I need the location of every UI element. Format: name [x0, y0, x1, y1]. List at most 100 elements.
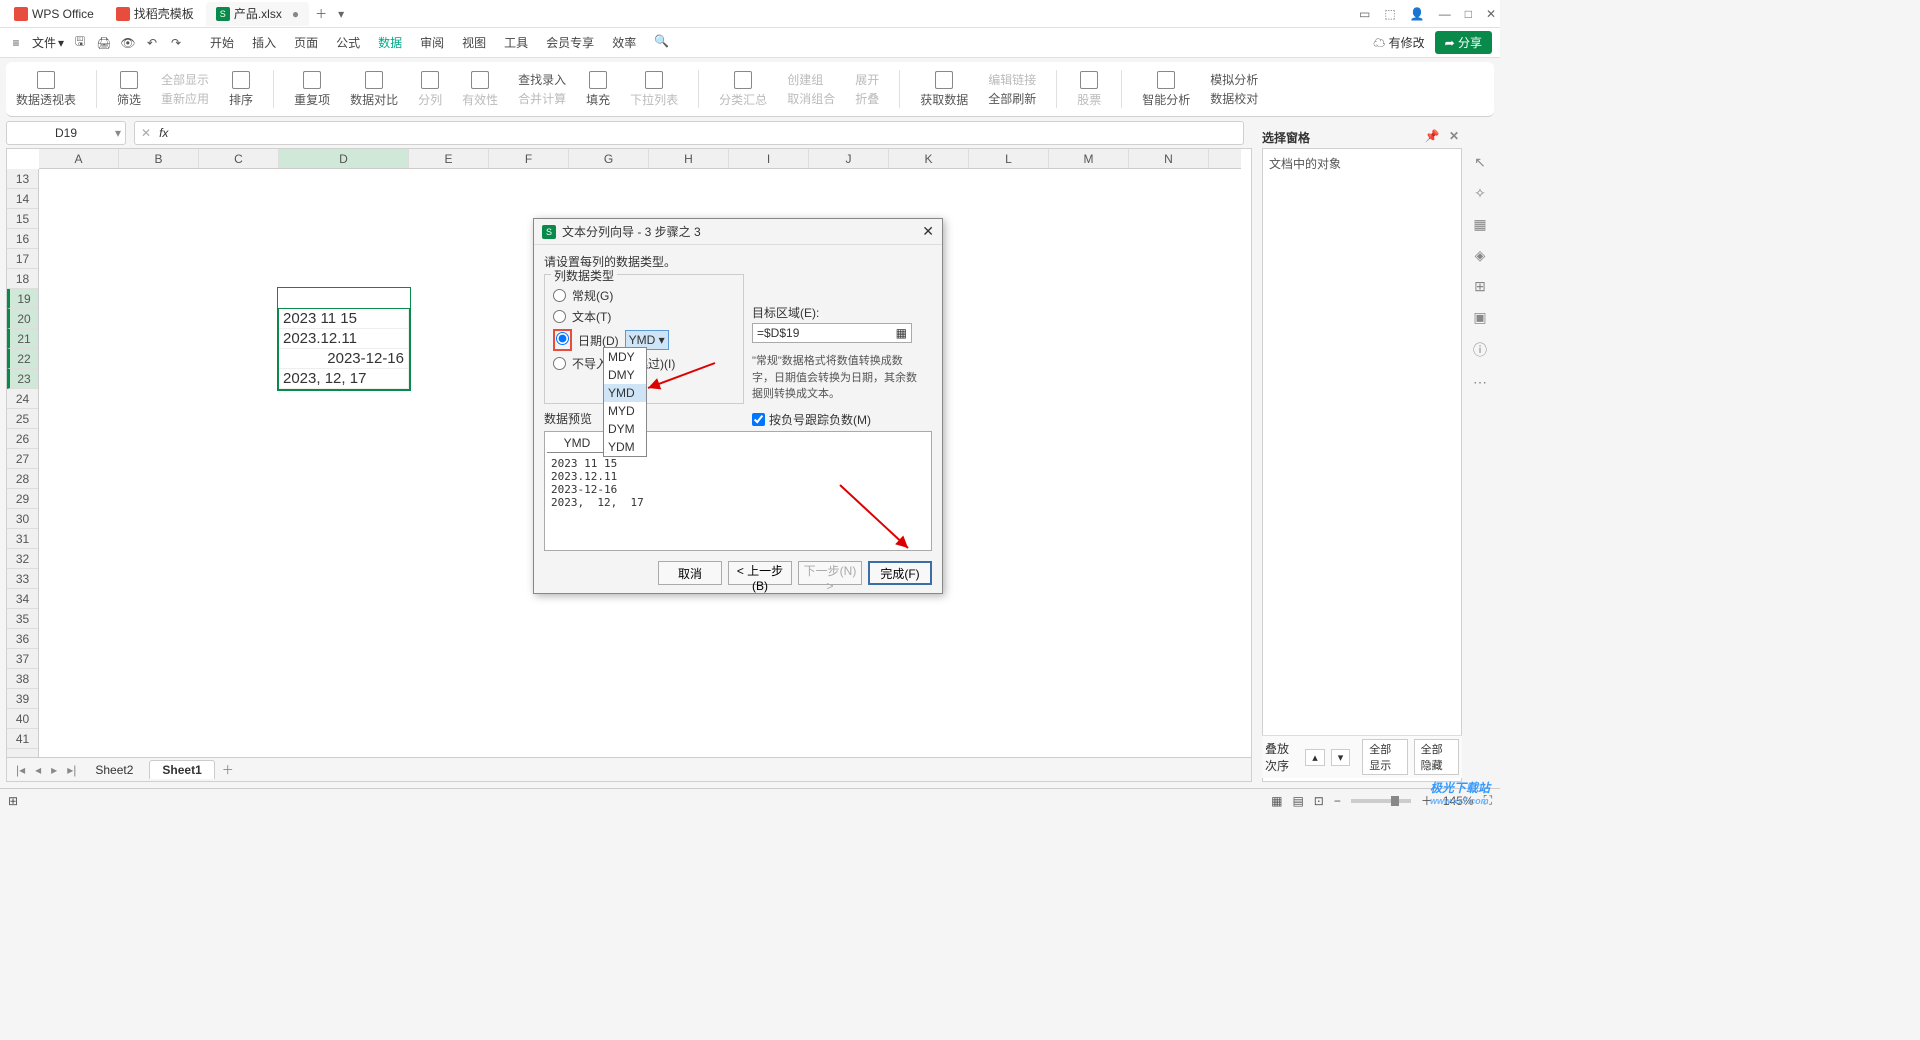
tab-insert[interactable]: 插入	[252, 34, 276, 51]
dd-option-dym[interactable]: DYM	[604, 420, 646, 438]
save-icon[interactable]: 🖫	[72, 32, 88, 53]
cell-d23[interactable]: 2023, 12, 17	[279, 369, 409, 389]
sheettab-2[interactable]: Sheet2	[83, 761, 145, 779]
sheet-last[interactable]: ▸|	[64, 763, 79, 777]
user-icon[interactable]: 👤	[1410, 7, 1425, 21]
tab-template[interactable]: 找稻壳模板	[106, 2, 204, 26]
sort-button[interactable]: 排序	[229, 71, 253, 108]
fx-icon[interactable]: fx	[159, 126, 168, 140]
preview-icon[interactable]: 👁	[120, 36, 136, 50]
radio-date[interactable]	[556, 332, 569, 345]
cell-d21[interactable]: 2023.12.11	[279, 329, 409, 349]
close-pane-icon[interactable]: ✕	[1446, 129, 1462, 145]
status-icon[interactable]: ⊞	[8, 794, 18, 808]
getdata-button[interactable]: 获取数据	[920, 71, 968, 108]
cancel-button[interactable]: 取消	[658, 561, 722, 585]
add-tab[interactable]: ＋	[311, 5, 331, 22]
view-normal-icon[interactable]: ▦	[1271, 794, 1282, 808]
formula-input[interactable]: ✕ fx	[134, 121, 1244, 145]
lookup-button[interactable]: 查找录入	[518, 71, 566, 88]
tab-menu[interactable]: ▾	[331, 7, 351, 21]
close-icon[interactable]: ✕	[1486, 7, 1496, 21]
add-sheet[interactable]: ＋	[219, 761, 237, 778]
tool7-icon[interactable]: ⓘ	[1473, 340, 1487, 360]
layer-down[interactable]: ▾	[1331, 749, 1351, 766]
minimize-icon[interactable]: —	[1439, 7, 1451, 21]
view-break-icon[interactable]: ⊡	[1314, 794, 1324, 808]
chevron-down-icon[interactable]: ▾	[115, 126, 121, 140]
ungroup-button[interactable]: 取消组合	[787, 90, 835, 107]
tab-view[interactable]: 视图	[462, 34, 486, 51]
pivot-button[interactable]: 数据透视表	[16, 71, 76, 108]
tool4-icon[interactable]: ◈	[1475, 247, 1486, 264]
sheet-prev[interactable]: ◂	[32, 763, 44, 777]
zoom-out[interactable]: −	[1334, 794, 1341, 808]
valid-button[interactable]: 有效性	[462, 71, 498, 108]
tab-start[interactable]: 开始	[210, 34, 234, 51]
menu-icon[interactable]: ≡	[8, 36, 24, 50]
cancel-fx-icon[interactable]: ✕	[141, 126, 151, 140]
tool5-icon[interactable]: ⊞	[1474, 278, 1486, 295]
more-icon[interactable]: ⋯	[1473, 374, 1487, 391]
range-picker-icon[interactable]: ▦	[896, 326, 907, 340]
expand-button[interactable]: 展开	[855, 71, 879, 88]
tab-review[interactable]: 审阅	[420, 34, 444, 51]
hideall-button[interactable]: 全部隐藏	[1414, 739, 1459, 775]
dd-option-dmy[interactable]: DMY	[604, 366, 646, 384]
share-button[interactable]: ➦ 分享	[1435, 31, 1492, 54]
verify-button[interactable]: 数据校对	[1210, 90, 1258, 107]
cell-d22[interactable]: 2023-12-16	[279, 349, 409, 369]
preview-column-head[interactable]: YMD	[547, 434, 607, 453]
showall-button[interactable]: 全部显示	[1362, 739, 1407, 775]
dropdown-button[interactable]: 下拉列表	[630, 71, 678, 108]
sheettab-1[interactable]: Sheet1	[149, 760, 214, 779]
pin-icon[interactable]: 📌	[1424, 129, 1440, 145]
search-icon[interactable]: 🔍	[654, 34, 669, 51]
tab-wps[interactable]: WPS Office	[4, 2, 104, 26]
stock-button[interactable]: 股票	[1077, 71, 1101, 108]
tool6-icon[interactable]: ▣	[1473, 309, 1486, 326]
tool3-icon[interactable]: ▦	[1473, 216, 1486, 233]
panel-icon[interactable]: ▭	[1359, 7, 1370, 21]
neg-checkbox[interactable]: 按负号跟踪负数(M)	[752, 411, 922, 428]
back-button[interactable]: < 上一步(B)	[728, 561, 792, 585]
radio-general[interactable]: 常规(G)	[553, 287, 735, 304]
tab-page[interactable]: 页面	[294, 34, 318, 51]
compare-button[interactable]: 数据对比	[350, 71, 398, 108]
split-button[interactable]: 分列	[418, 71, 442, 108]
tab-data[interactable]: 数据	[378, 34, 402, 51]
tab-member[interactable]: 会员专享	[546, 34, 594, 51]
dialog-titlebar[interactable]: S 文本分列向导 - 3 步骤之 3 ✕	[534, 219, 942, 245]
consol-button[interactable]: 合并计算	[518, 90, 566, 107]
dup-button[interactable]: 重复项	[294, 71, 330, 108]
cell-d20[interactable]: 2023 11 15	[279, 309, 409, 329]
layer-up[interactable]: ▴	[1305, 749, 1325, 766]
smart-button[interactable]: 智能分析	[1142, 71, 1190, 108]
tab-formula[interactable]: 公式	[336, 34, 360, 51]
zoom-slider[interactable]	[1351, 799, 1411, 803]
undo-icon[interactable]: ↶	[144, 36, 160, 50]
filter-button[interactable]: 筛选	[117, 71, 141, 108]
column-headers[interactable]: ABCDEFGHIJKLMN	[39, 149, 1241, 169]
target-input[interactable]: =$D$19▦	[752, 323, 912, 343]
dd-option-ymd[interactable]: YMD	[604, 384, 646, 402]
dd-option-myd[interactable]: MYD	[604, 402, 646, 420]
finish-button[interactable]: 完成(F)	[868, 561, 932, 585]
tool2-icon[interactable]: ✧	[1474, 185, 1486, 202]
reapply-button[interactable]: 重新应用	[161, 90, 209, 107]
sheet-first[interactable]: |◂	[13, 763, 28, 777]
dd-option-mdy[interactable]: MDY	[604, 348, 646, 366]
radio-text[interactable]: 文本(T)	[553, 308, 735, 325]
select-tool-icon[interactable]: ↖	[1474, 154, 1486, 171]
tab-tools[interactable]: 工具	[504, 34, 528, 51]
simulate-button[interactable]: 模拟分析	[1210, 71, 1258, 88]
showall-button[interactable]: 全部显示	[161, 71, 209, 88]
tab-efficiency[interactable]: 效率	[612, 34, 636, 51]
dialog-close-icon[interactable]: ✕	[922, 223, 934, 240]
name-box[interactable]: D19▾	[6, 121, 126, 145]
cloud-pending[interactable]: ☁ 有修改	[1373, 34, 1424, 51]
dd-option-ydm[interactable]: YDM	[604, 438, 646, 456]
subtotal-button[interactable]: 分类汇总	[719, 71, 767, 108]
date-format-dropdown[interactable]: MDYDMYYMDMYDDYMYDM	[603, 347, 647, 457]
editlink-button[interactable]: 编辑链接	[988, 71, 1036, 88]
